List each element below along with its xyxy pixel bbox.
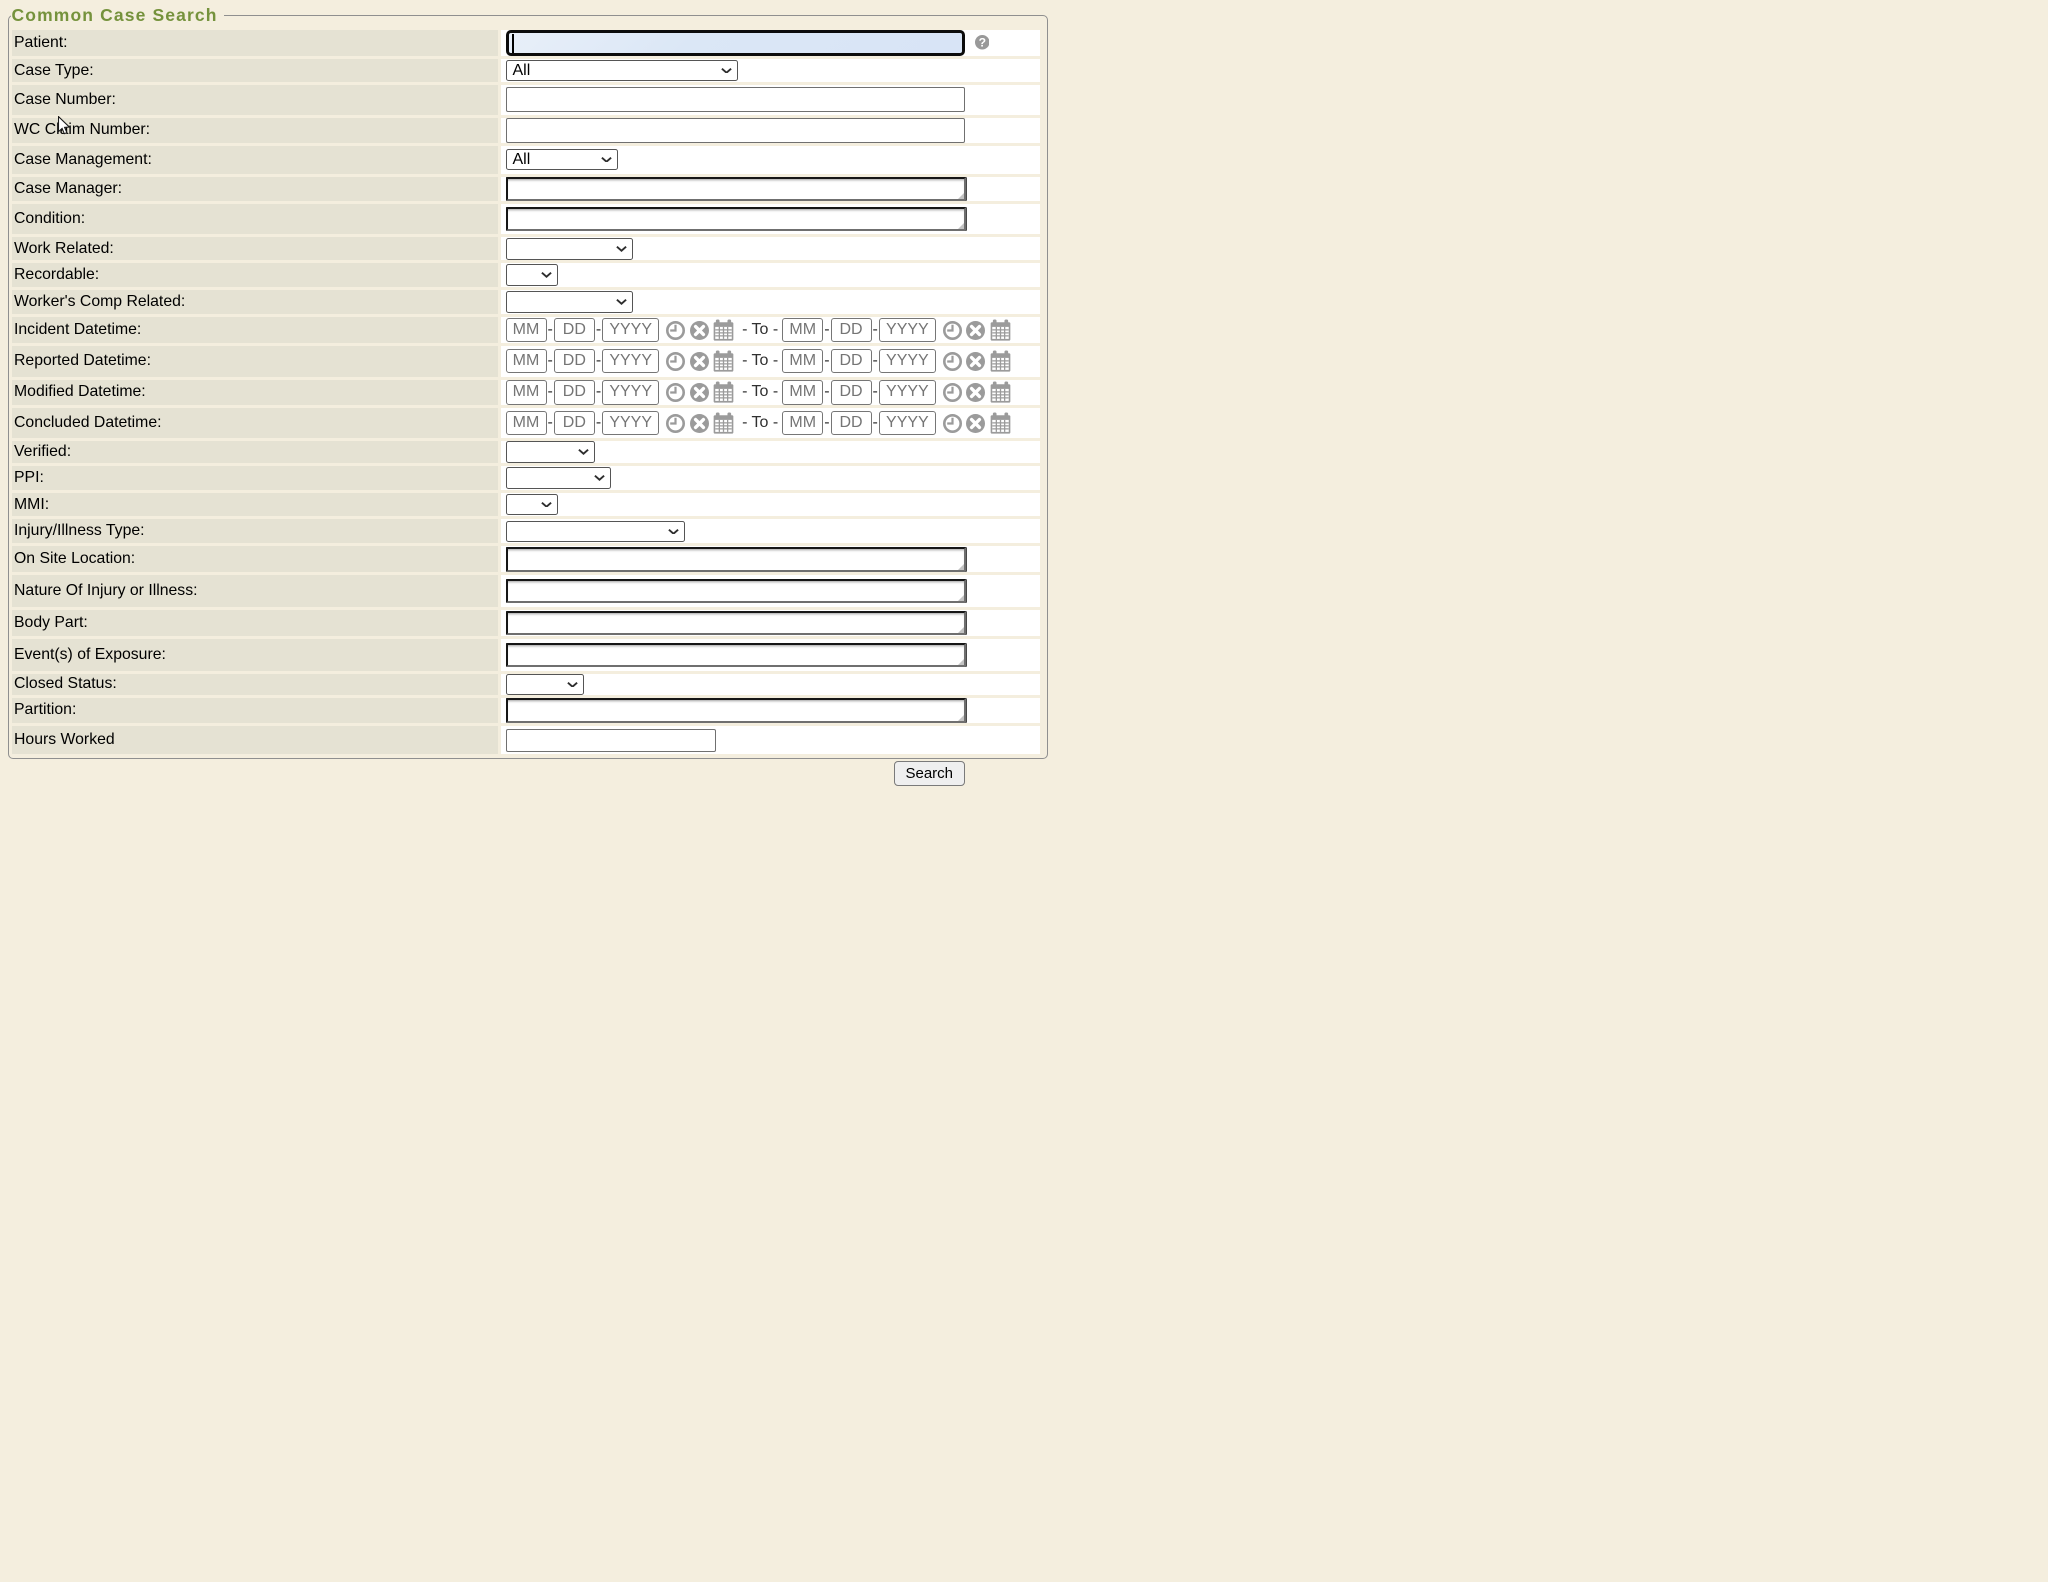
svg-text:?: ? bbox=[978, 36, 985, 50]
